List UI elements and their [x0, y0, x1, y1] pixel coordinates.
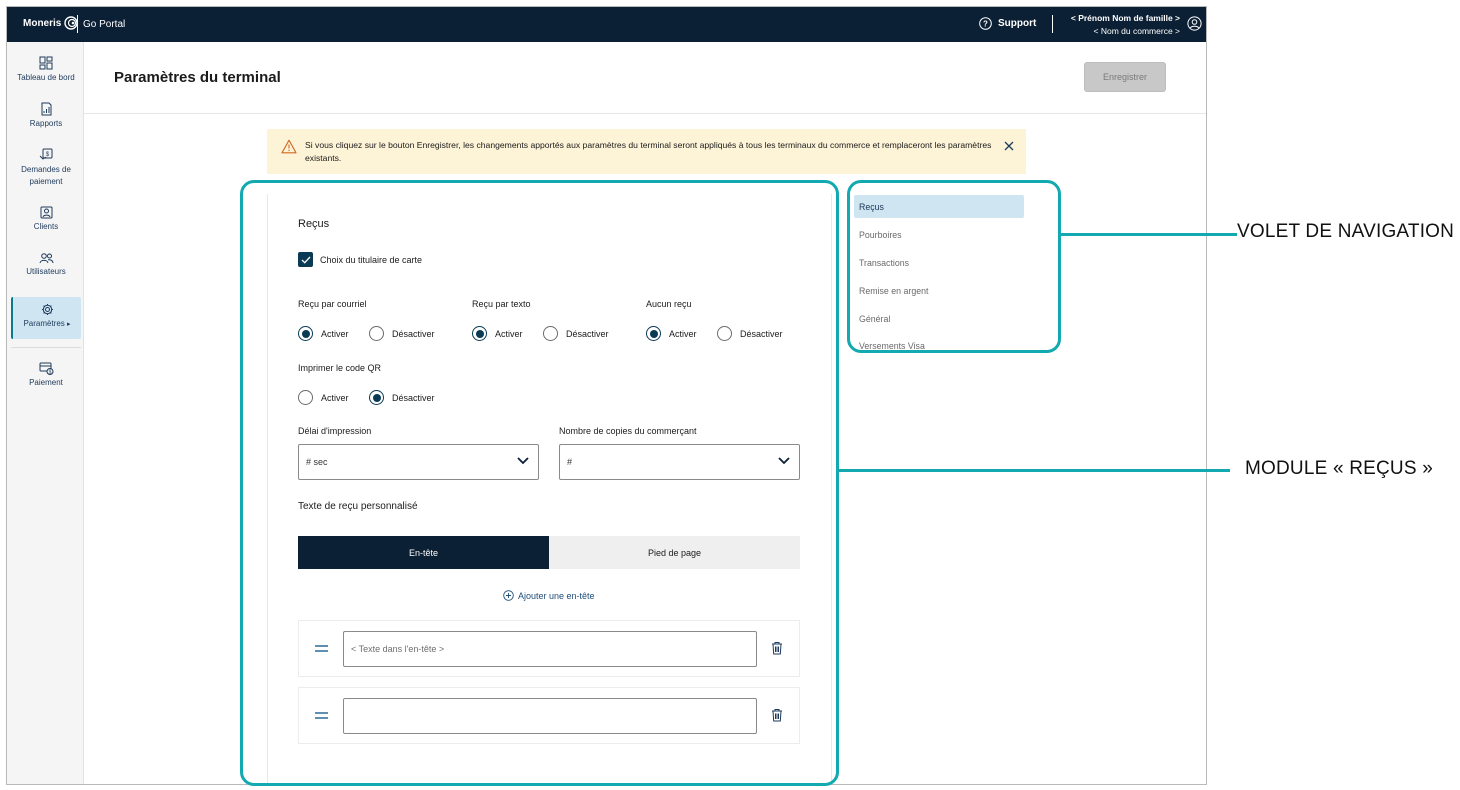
- banner-text: Si vous cliquez sur le bouton Enregistre…: [305, 140, 992, 163]
- dashboard-icon: [39, 56, 53, 70]
- save-button[interactable]: Enregistrer: [1084, 62, 1166, 92]
- brand-name: Moneris: [23, 17, 62, 29]
- payment-icon: $: [39, 362, 53, 375]
- sidebar-item-users[interactable]: Utilisateurs: [11, 252, 81, 278]
- sidebar-item-settings[interactable]: Paramètres ▸: [11, 297, 81, 339]
- brand-logo[interactable]: Moneris: [23, 16, 79, 30]
- sidebar-divider: [11, 347, 81, 348]
- svg-text:$: $: [45, 152, 49, 158]
- topbar-divider: [1052, 15, 1053, 33]
- settings-label: Paramètres: [23, 319, 65, 328]
- top-bar: Moneris Go Portal ? Support < Prénom Nom…: [7, 7, 1206, 42]
- warning-icon: [281, 139, 297, 154]
- close-icon[interactable]: [1004, 141, 1014, 151]
- chevron-right-icon: ▸: [67, 321, 71, 328]
- nav-panel-annotation: VOLET DE NAVIGATION: [1237, 221, 1455, 242]
- receipts-module-annotation: MODULE « REÇUS »: [1245, 458, 1433, 479]
- account-icon[interactable]: [1187, 16, 1202, 31]
- sidebar-item-label: Utilisateurs: [26, 267, 66, 276]
- page-title: Paramètres du terminal: [114, 69, 281, 86]
- support-label: Support: [998, 18, 1037, 29]
- sidebar-item-label: Paiement: [29, 378, 63, 387]
- page-header: Paramètres du terminal Enregistrer: [84, 42, 1206, 114]
- sidebar-item-reports[interactable]: Rapports: [11, 102, 81, 130]
- sidebar-item-label: Rapports: [29, 119, 63, 128]
- user-menu[interactable]: < Prénom Nom de famille > < Nom du comme…: [1071, 12, 1180, 38]
- sidebar-item-dashboard[interactable]: Tableau de bord: [11, 56, 81, 84]
- sidebar-item-label: Paramètres ▸: [23, 318, 70, 331]
- svg-text:$: $: [48, 369, 51, 375]
- sidebar: Tableau de bord Rapports $ Demandes de p…: [7, 42, 84, 784]
- nav-panel-connector: [1061, 233, 1237, 236]
- sidebar-item-label: Demandes de paiement: [21, 165, 71, 186]
- client-icon: [40, 206, 52, 219]
- sidebar-item-payment-requests[interactable]: $ Demandes de paiement: [11, 148, 81, 188]
- brand-divider: [77, 15, 78, 33]
- merchant-name: < Nom du commerce >: [1093, 26, 1180, 36]
- warning-banner: Si vous cliquez sur le bouton Enregistre…: [267, 129, 1026, 174]
- report-icon: [41, 102, 51, 116]
- sidebar-item-label: Tableau de bord: [17, 73, 75, 82]
- user-name: < Prénom Nom de famille >: [1070, 13, 1180, 23]
- svg-text:?: ?: [983, 19, 988, 28]
- sidebar-item-label: Clients: [33, 222, 59, 231]
- nav-panel-highlight: [847, 180, 1061, 353]
- sidebar-item-payment[interactable]: $ Paiement: [11, 362, 81, 389]
- receipts-module-connector: [839, 469, 1230, 472]
- gear-icon: [41, 304, 53, 315]
- users-icon: [39, 253, 53, 264]
- receipts-module-highlight: [240, 180, 839, 786]
- portal-name: Go Portal: [83, 19, 126, 30]
- support-link[interactable]: ? Support: [979, 17, 1036, 30]
- sidebar-item-clients[interactable]: Clients: [11, 206, 81, 233]
- payment-request-icon: $: [39, 148, 52, 160]
- help-icon: ?: [979, 17, 992, 30]
